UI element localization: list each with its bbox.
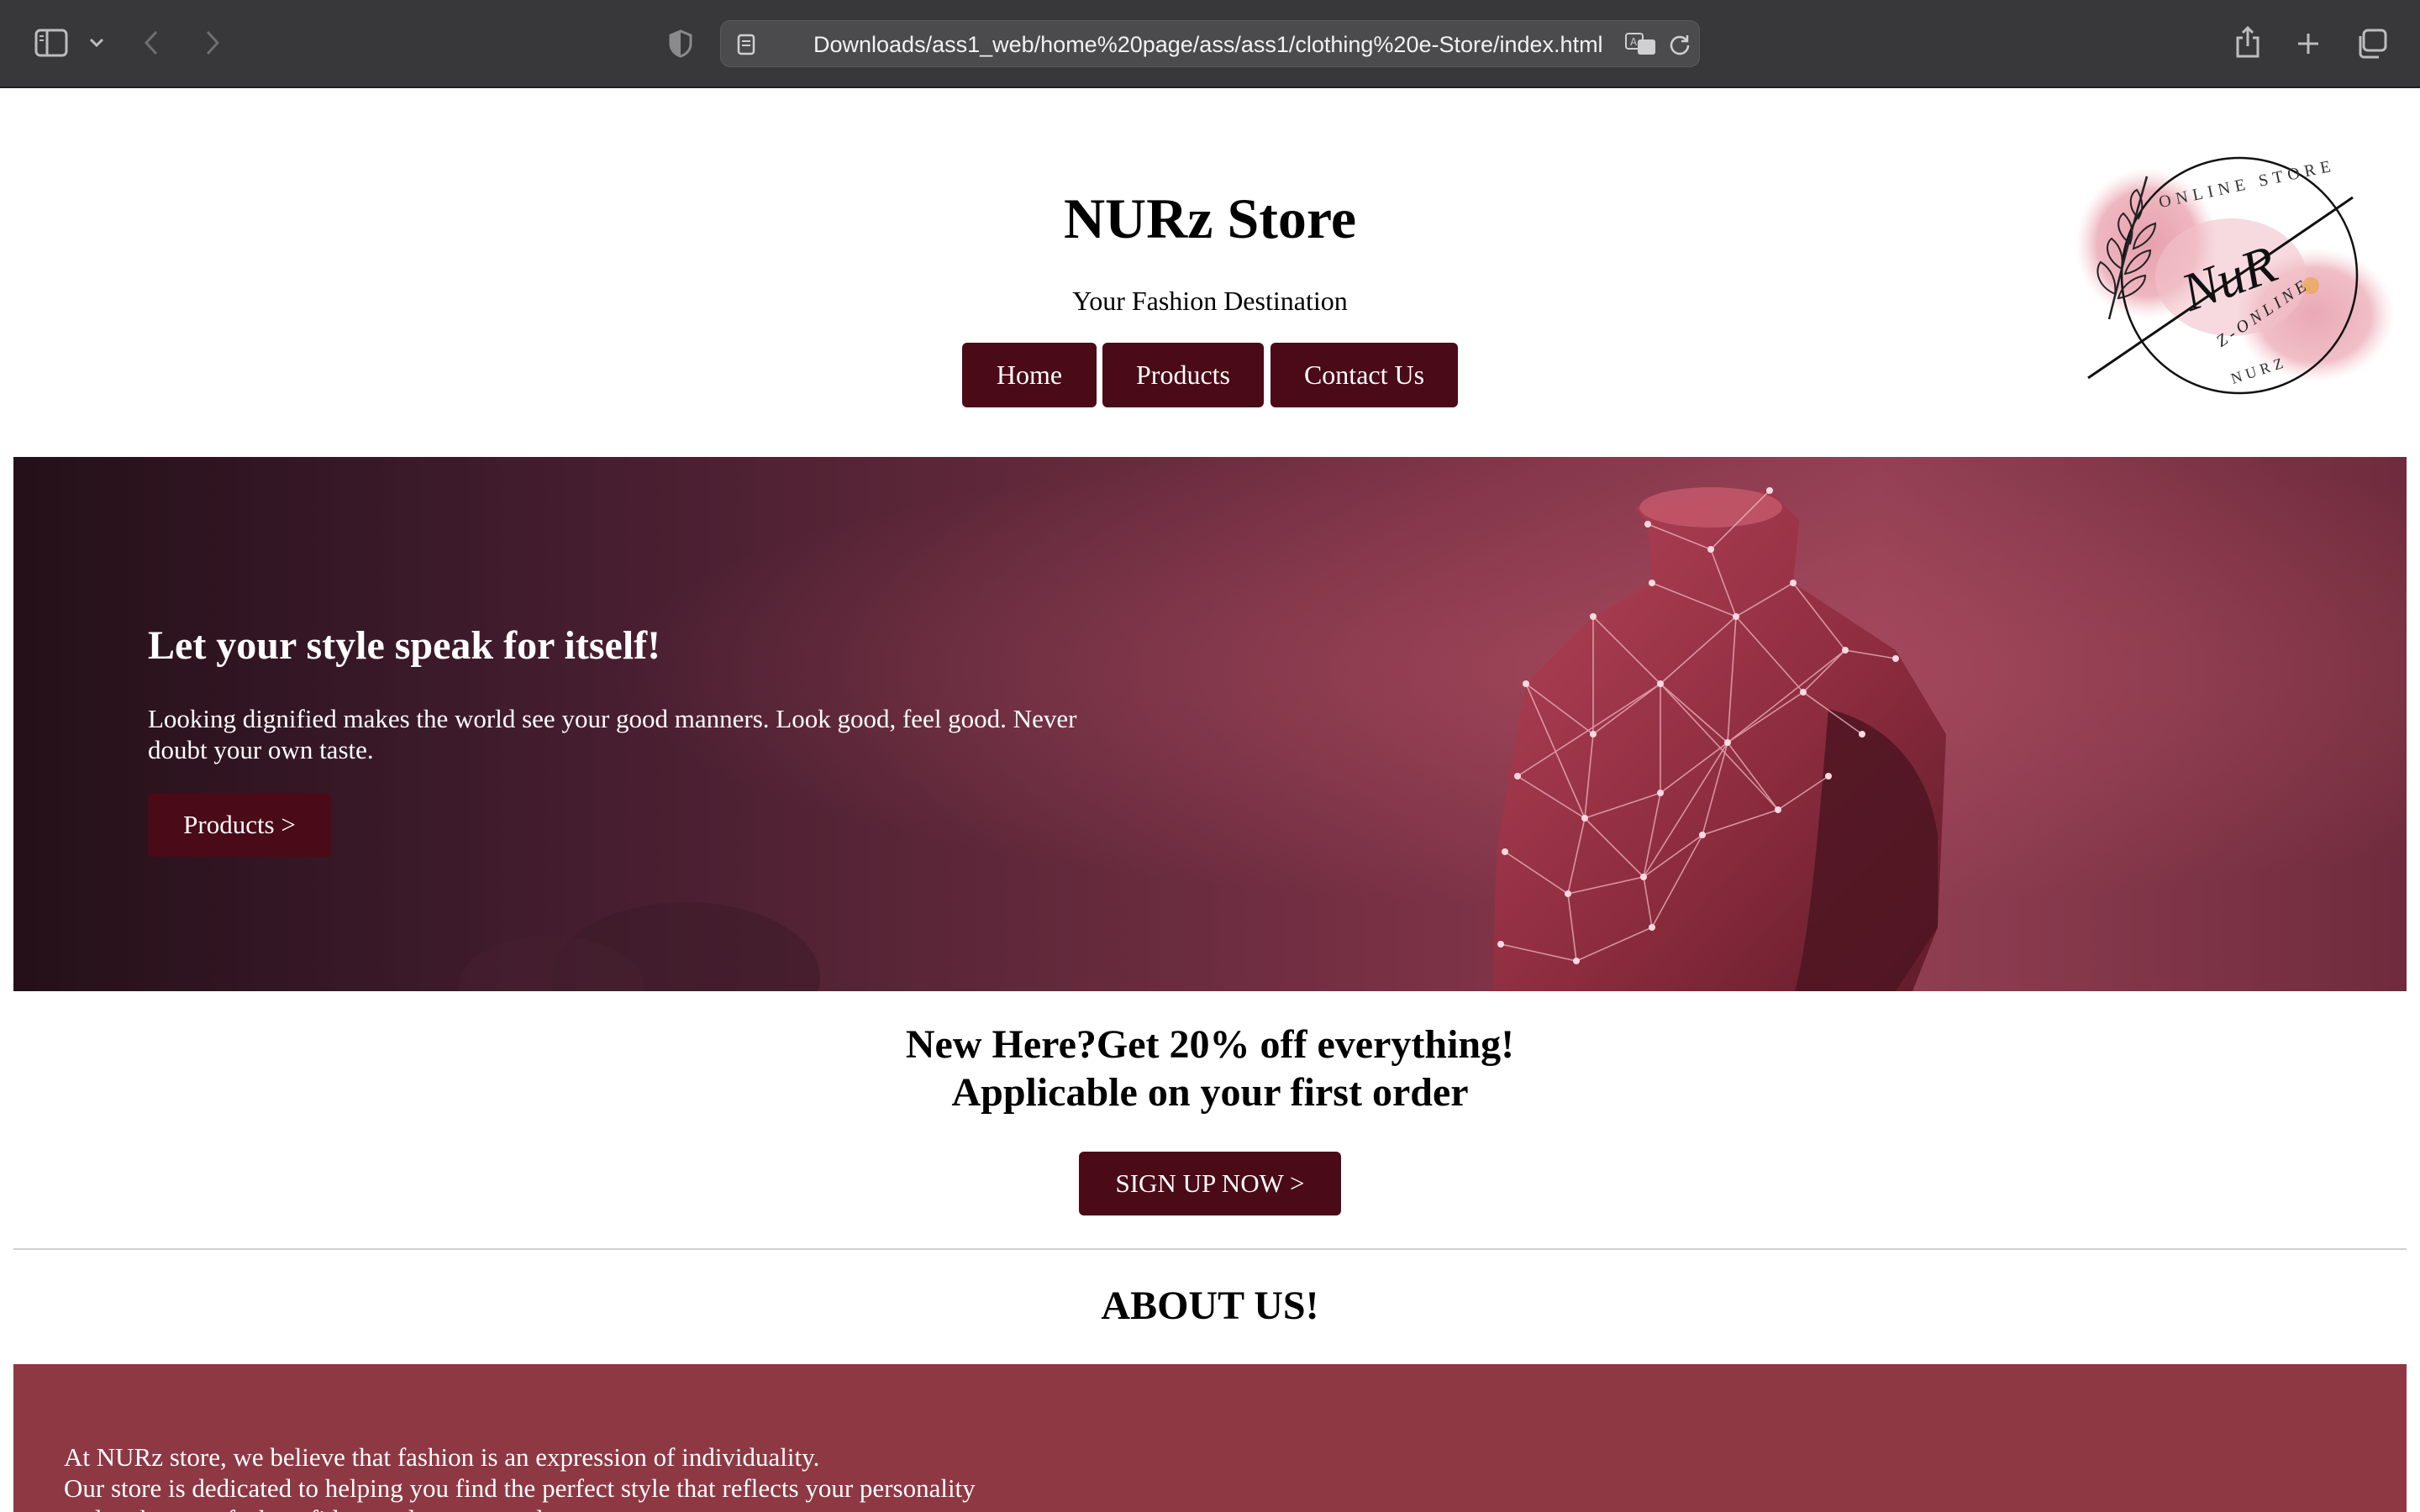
about-line-3: and makes you feel confident and empower… [64,1504,1240,1512]
hero-banner: Let your style speak for itself! Looking… [13,457,2407,991]
forward-icon[interactable] [200,25,225,60]
browser-toolbar: Downloads/ass1_web/home%20page/ass/ass1/… [0,0,2420,88]
back-icon[interactable] [139,25,164,60]
site-title: NURz Store [1063,186,1357,250]
promo-line-1: New Here?Get 20% off everything! [905,1022,1515,1067]
share-icon[interactable] [2231,24,2265,60]
hero-text: Looking dignified makes the world see yo… [148,704,1077,764]
section-divider [13,1248,2407,1250]
tab-overview-icon[interactable] [2353,25,2390,62]
promo-line-2: Applicable on your first order [951,1070,1469,1115]
nav-home-button[interactable]: Home [962,343,1097,407]
promo-heading: New Here?Get 20% off everything! Applica… [0,1021,2420,1116]
store-logo[interactable]: ONLINE STORE NuR Z-ONLINE NURZ [2063,151,2399,412]
new-tab-icon[interactable] [2291,27,2325,60]
about-section: At NURz store, we believe that fashion i… [13,1364,2407,1512]
about-line-2: Our store is dedicated to helping you fi… [64,1473,976,1503]
url-text[interactable]: Downloads/ass1_web/home%20page/ass/ass1/… [813,21,1603,68]
sign-up-button[interactable]: SIGN UP NOW > [1079,1152,1341,1215]
about-title: ABOUT US! [1101,1284,1319,1328]
reload-icon[interactable] [1666,31,1693,58]
privacy-shield-icon[interactable] [664,27,697,60]
address-bar[interactable]: Downloads/ass1_web/home%20page/ass/ass1/… [720,20,1700,67]
sidebar-toggle-icon[interactable] [32,25,71,60]
about-text: At NURz store, we believe that fashion i… [64,1441,1240,1512]
site-tagline: Your Fashion Destination [1072,286,1348,316]
chevron-down-icon[interactable] [84,32,109,54]
hero-products-button[interactable]: Products > [148,793,331,857]
svg-text:A: A [1630,36,1638,48]
hero-title: Let your style speak for itself! [148,623,661,668]
about-line-1: At NURz store, we believe that fashion i… [64,1442,820,1472]
translate-icon[interactable]: A [1624,31,1658,58]
nav-products-button[interactable]: Products [1102,343,1264,407]
page-icon [734,33,758,56]
nav-contact-button[interactable]: Contact Us [1270,343,1458,407]
